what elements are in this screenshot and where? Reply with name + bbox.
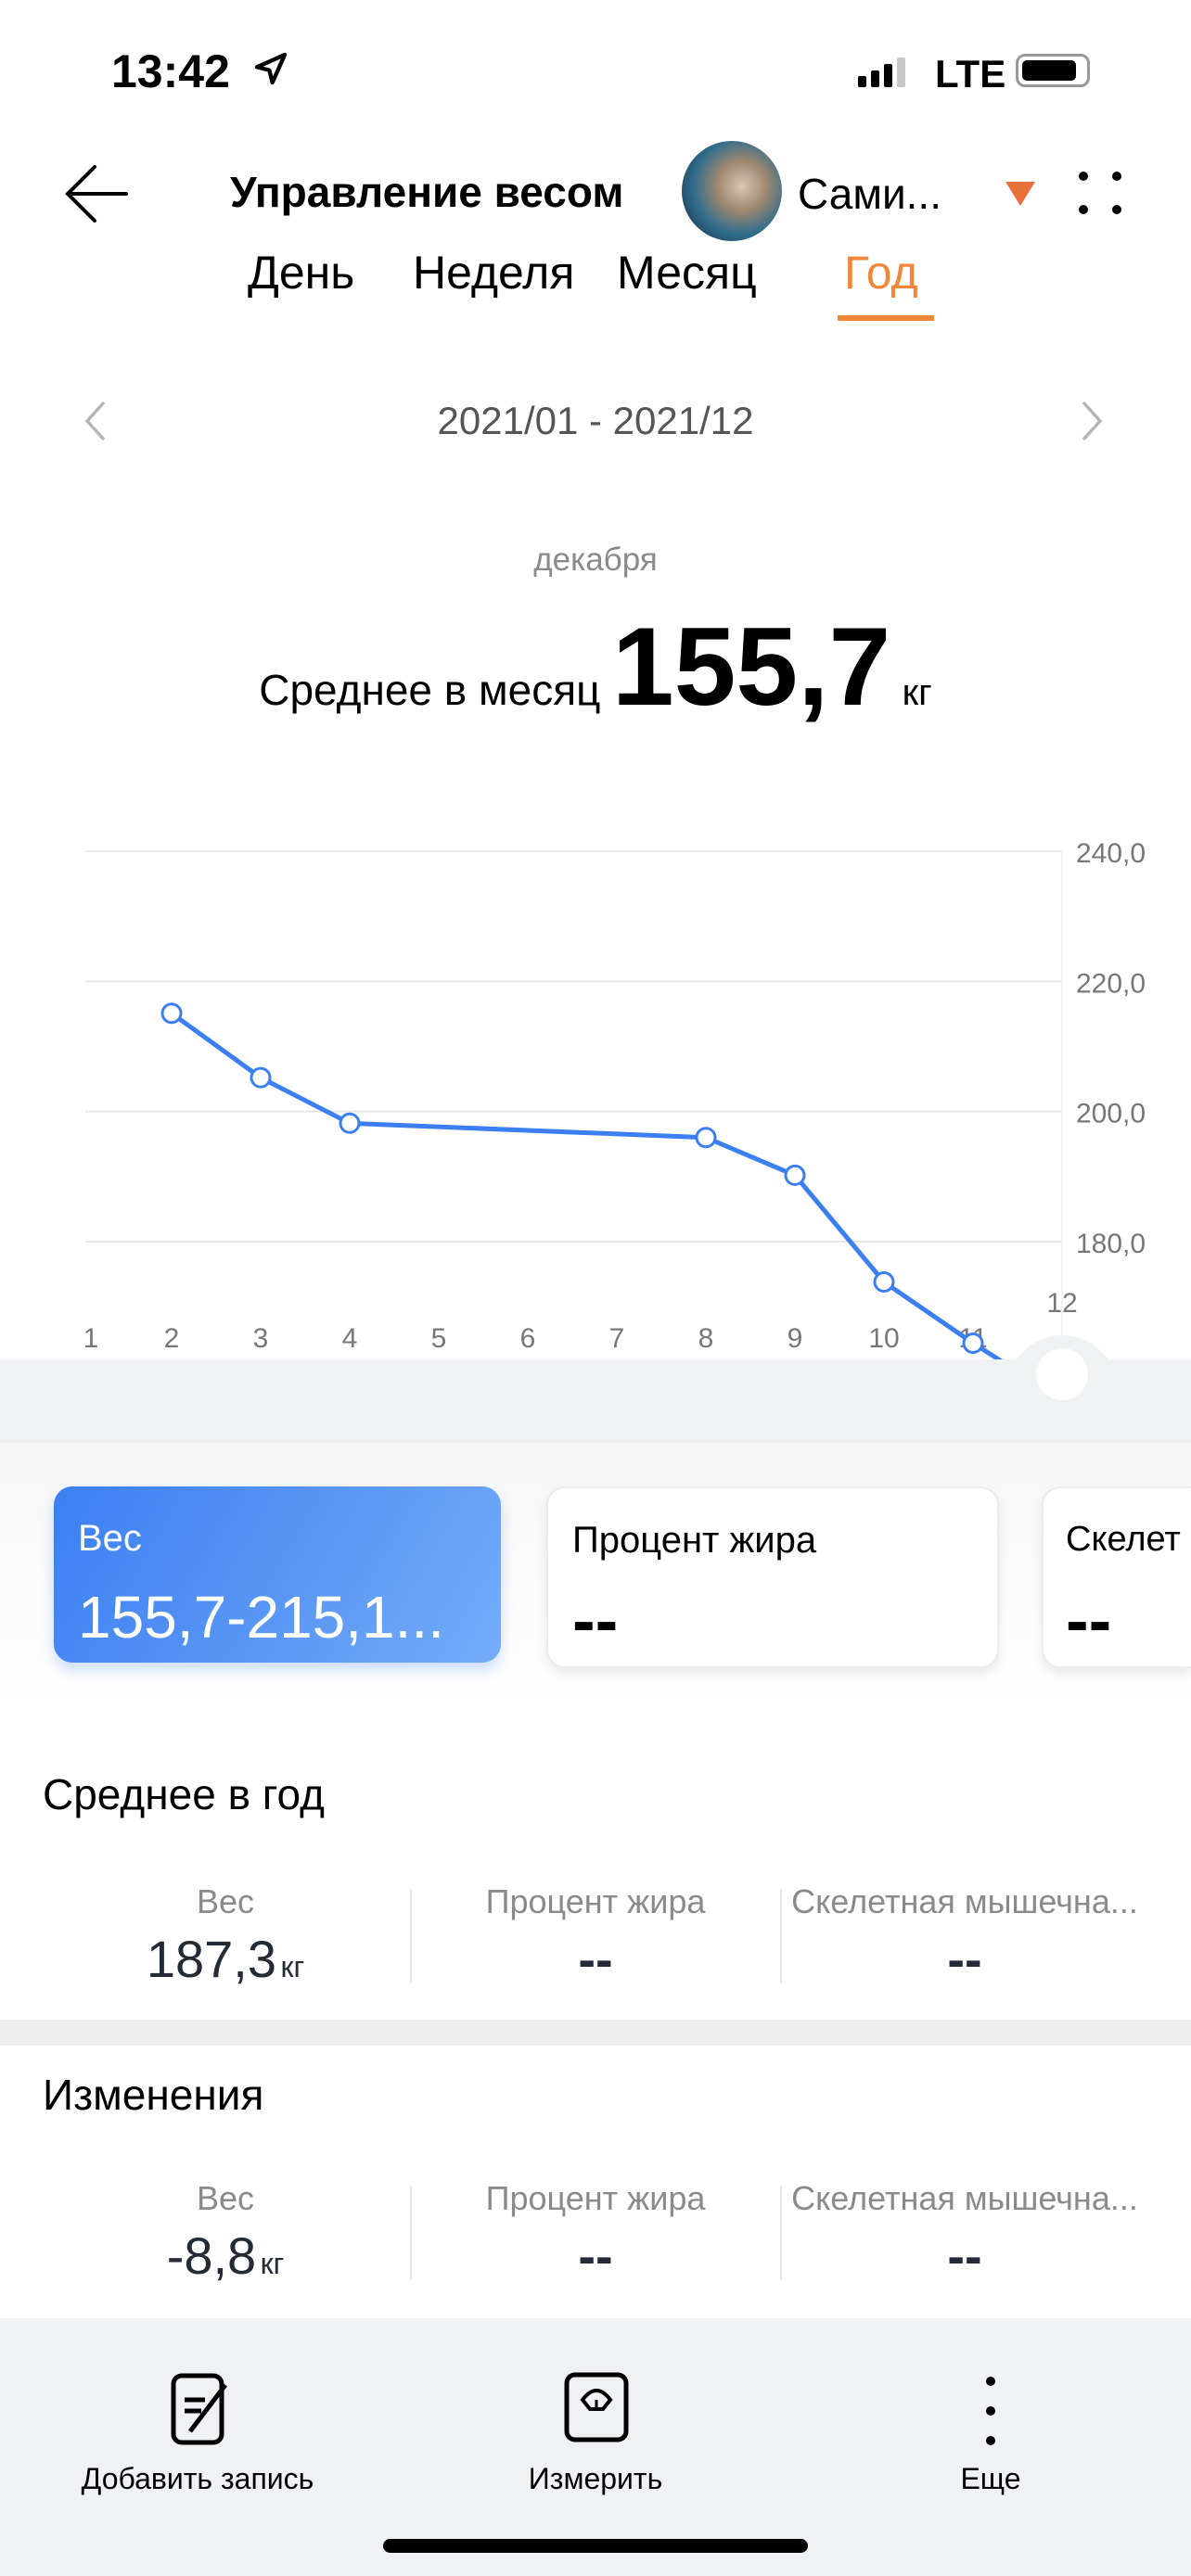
change-weight-label: Вес: [196, 2179, 255, 2217]
y-tick-label: 240,0: [1076, 838, 1146, 869]
yearly-weight: 187,3 кг: [147, 1929, 304, 1989]
period-range: 2021/01 - 2021/12: [437, 399, 754, 442]
card-fat-value: --: [572, 1582, 619, 1659]
card-skeletal-value: --: [1066, 1582, 1112, 1659]
summary-month: декабря: [533, 542, 658, 578]
x-tick-label: 1: [83, 1323, 99, 1354]
next-period-icon[interactable]: [1078, 399, 1106, 443]
change-fat-value: --: [578, 2226, 613, 2285]
user-name[interactable]: Сами...: [798, 169, 941, 219]
data-point[interactable]: [873, 1271, 895, 1294]
change-weight-unit: кг: [260, 2247, 285, 2280]
yearly-fat-label: Процент жира: [485, 1882, 706, 1920]
x-tick-label: 3: [253, 1323, 269, 1354]
add-record-label[interactable]: Добавить запись: [82, 2462, 314, 2496]
card-weight-label: Вес: [78, 1518, 142, 1559]
x-tick-label: 12: [1046, 1288, 1077, 1319]
y-tick-label: 180,0: [1076, 1229, 1146, 1259]
yearly-skeletal-value: --: [947, 1930, 982, 1988]
change-fat-label: Процент жира: [485, 2179, 706, 2217]
tab-week[interactable]: Неделя: [413, 246, 574, 300]
more-vertical-icon[interactable]: [981, 2374, 1000, 2448]
network-label: LTE: [935, 52, 1006, 96]
avatar[interactable]: [682, 141, 782, 241]
data-point[interactable]: [160, 1002, 183, 1025]
dropdown-triangle-icon[interactable]: [1004, 180, 1037, 208]
previous-period-icon[interactable]: [82, 399, 109, 443]
battery-icon: [1016, 54, 1090, 87]
data-point[interactable]: [784, 1164, 806, 1186]
back-arrow-icon[interactable]: [61, 159, 130, 228]
measure-label[interactable]: Измерить: [529, 2462, 662, 2496]
yearly-weight-unit: кг: [280, 1950, 305, 1983]
card-weight-value: 155,7-215,1...: [78, 1584, 444, 1651]
card-skeletal-muscle[interactable]: Скелет --: [1042, 1486, 1191, 1668]
change-skeletal-label: Скелетная мышечна...: [791, 2179, 1138, 2217]
more-grid-icon[interactable]: [1074, 167, 1126, 219]
summary-average: Среднее в месяц 155,7 кг: [259, 603, 932, 731]
summary-unit: кг: [902, 672, 932, 713]
x-tick-label: 6: [520, 1323, 536, 1354]
x-tick-label: 4: [342, 1323, 358, 1354]
section-separator: [0, 2020, 1191, 2046]
card-fat-percent[interactable]: Процент жира --: [546, 1486, 999, 1668]
measure-scale-icon[interactable]: [564, 2372, 629, 2442]
y-tick-label: 220,0: [1076, 968, 1146, 999]
yearly-weight-label: Вес: [196, 1882, 255, 1920]
change-weight-value: -8,8: [166, 2226, 257, 2285]
yearly-fat-value: --: [578, 1930, 613, 1988]
divider: [410, 1890, 412, 1983]
y-tick-label: 200,0: [1076, 1099, 1146, 1129]
data-point[interactable]: [962, 1332, 984, 1354]
x-tick-label: 7: [609, 1323, 625, 1354]
status-time: 13:42: [111, 45, 230, 97]
changes-title: Изменения: [43, 2071, 264, 2119]
weight-series-line: [170, 1011, 1004, 1359]
data-point[interactable]: [339, 1112, 361, 1134]
yearly-average-title: Среднее в год: [43, 1770, 325, 1818]
summary-label: Среднее в месяц: [259, 666, 601, 714]
change-skeletal-value: --: [947, 2226, 982, 2285]
divider: [780, 2187, 782, 2279]
x-tick-label: 8: [698, 1323, 714, 1354]
divider: [410, 2187, 412, 2279]
add-record-icon: [171, 2373, 227, 2445]
home-indicator[interactable]: [383, 2539, 808, 2553]
tab-month[interactable]: Месяц: [617, 246, 757, 300]
location-arrow-icon: [254, 52, 288, 85]
data-point[interactable]: [250, 1066, 272, 1089]
x-tick-label: 9: [788, 1323, 803, 1354]
yearly-weight-value: 187,3: [146, 1930, 277, 1988]
chart-scrubber-handle[interactable]: [1036, 1348, 1088, 1400]
tab-day[interactable]: День: [248, 246, 354, 300]
data-point[interactable]: [695, 1127, 717, 1149]
card-skeletal-label: Скелет: [1066, 1520, 1181, 1559]
x-tick-label: 5: [431, 1323, 447, 1354]
card-weight[interactable]: Вес 155,7-215,1...: [54, 1486, 501, 1663]
tab-year[interactable]: Год: [844, 246, 918, 300]
page-title: Управление весом: [230, 168, 624, 216]
summary-value: 155,7: [611, 605, 891, 729]
card-fat-label: Процент жира: [572, 1520, 817, 1561]
signal-icon: [858, 57, 914, 87]
yearly-skeletal-label: Скелетная мышечна...: [791, 1882, 1138, 1920]
more-label[interactable]: Еще: [960, 2462, 1020, 2496]
weight-line-chart[interactable]: 240,0220,0200,0180,0160,0140,01234567891…: [0, 779, 1191, 1359]
x-tick-label: 10: [868, 1323, 899, 1354]
x-tick-label: 2: [164, 1323, 180, 1354]
divider: [780, 1890, 782, 1983]
change-weight: -8,8 кг: [167, 2225, 285, 2286]
active-tab-indicator: [838, 315, 934, 321]
